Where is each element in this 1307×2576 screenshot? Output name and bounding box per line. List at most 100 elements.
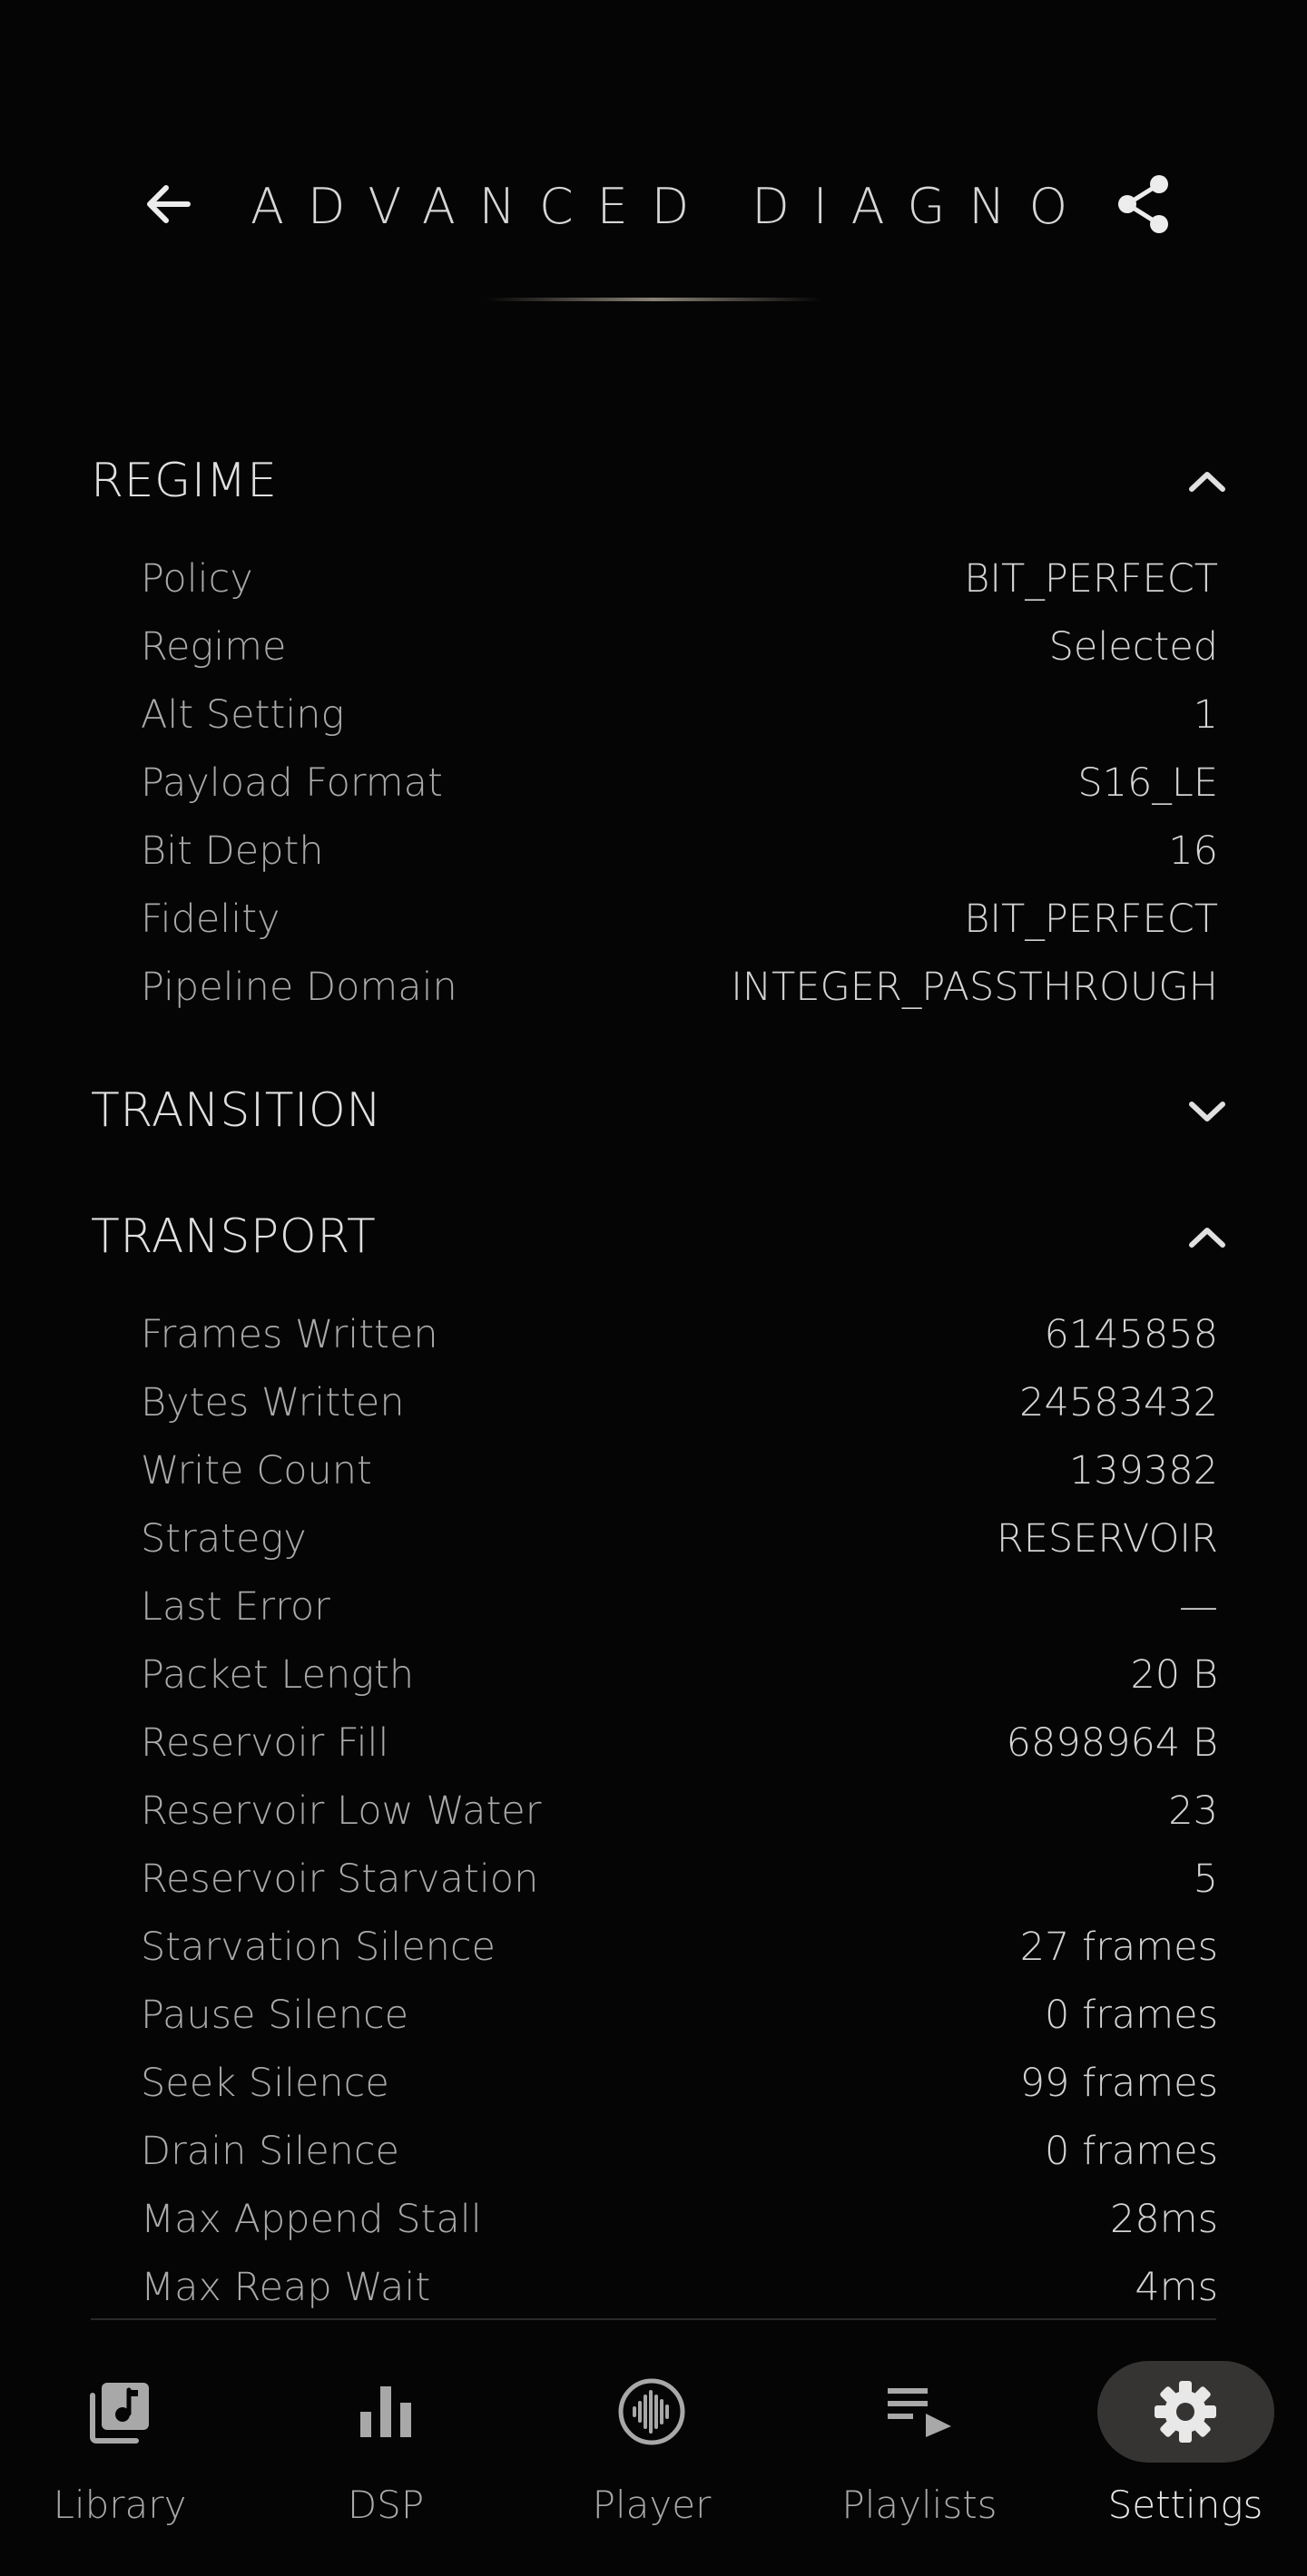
row-label: Write Count — [141, 1448, 372, 1494]
nav-label: DSP — [347, 2483, 425, 2527]
info-row-pause-silence: Pause Silence 0 frames — [141, 1988, 1218, 2042]
row-label: Seek Silence — [141, 2061, 389, 2106]
info-row-max-append-stall: Max Append Stall 28ms — [141, 2192, 1218, 2247]
info-row-frames-written: Frames Written 6145858 — [141, 1308, 1218, 1362]
info-row-strategy: Strategy RESERVOIR — [141, 1512, 1218, 1566]
row-label: Max Append Stall — [141, 2197, 482, 2242]
nav-item-dsp[interactable]: DSP — [281, 2323, 490, 2576]
row-value: 23 — [1168, 1788, 1218, 1834]
row-label: Bit Depth — [141, 828, 324, 874]
bottom-navigation: Library DSP Player Playlists Settings — [0, 2323, 1307, 2576]
row-value: 6145858 — [1044, 1312, 1218, 1357]
row-value: 0 frames — [1045, 1993, 1218, 2038]
row-label: Last Error — [141, 1584, 330, 1630]
row-label: Policy — [141, 556, 253, 602]
nav-item-settings[interactable]: Settings — [1081, 2323, 1290, 2576]
row-label: Strategy — [141, 1516, 307, 1562]
arrow-left-icon — [147, 185, 191, 223]
nav-label: Library — [53, 2483, 187, 2527]
row-value: 6898964 B — [1006, 1720, 1218, 1766]
row-label: Drain Silence — [141, 2129, 400, 2174]
row-value: 139382 — [1068, 1448, 1218, 1494]
row-label: Frames Written — [141, 1312, 438, 1357]
row-label: Bytes Written — [141, 1380, 405, 1425]
row-label: Reservoir Fill — [141, 1720, 389, 1766]
row-label: Reservoir Low Water — [141, 1788, 542, 1834]
row-value: RESERVOIR — [996, 1516, 1218, 1562]
row-value: 28ms — [1109, 2197, 1218, 2242]
chevron-up-icon[interactable] — [1171, 1200, 1243, 1273]
waveform-circle-icon — [618, 2378, 685, 2445]
info-row-drain-silence: Drain Silence 0 frames — [141, 2124, 1218, 2179]
info-row-starvation-silence: Starvation Silence 27 frames — [141, 1920, 1218, 1974]
nav-label: Player — [592, 2483, 712, 2527]
chevron-down-icon[interactable] — [1171, 1074, 1243, 1147]
music-library-icon — [90, 2383, 149, 2444]
nav-icon-container — [564, 2361, 741, 2463]
row-value: BIT_PERFECT — [964, 896, 1218, 942]
row-label: Reservoir Starvation — [141, 1856, 539, 1902]
info-row-reservoir-fill: Reservoir Fill 6898964 B — [141, 1716, 1218, 1770]
row-value: 99 frames — [1019, 2061, 1218, 2106]
row-value: INTEGER_PASSTHROUGH — [731, 965, 1218, 1010]
row-value: Selected — [1048, 624, 1218, 670]
info-row-bit-depth: Bit Depth 16 — [141, 824, 1218, 878]
row-value: 16 — [1168, 828, 1218, 874]
info-row-max-reap-wait: Max Reap Wait 4ms — [141, 2260, 1218, 2315]
row-label: Alt Setting — [141, 692, 345, 738]
row-value: — — [1179, 1584, 1218, 1630]
section-header-transport[interactable]: TRANSPORT — [91, 1191, 1234, 1282]
row-value: 27 frames — [1019, 1925, 1218, 1970]
row-label: Fidelity — [141, 896, 280, 942]
row-value: 1 — [1193, 692, 1218, 738]
info-row-payload-format: Payload Format S16_LE — [141, 756, 1218, 810]
row-value: 4ms — [1135, 2265, 1218, 2310]
nav-icon-container — [298, 2361, 475, 2463]
nav-label: Playlists — [841, 2483, 997, 2527]
section-title: TRANSITION — [91, 1083, 382, 1138]
back-button[interactable] — [132, 172, 204, 236]
info-row-bytes-written: Bytes Written 24583432 — [141, 1376, 1218, 1430]
info-row-alt-setting: Alt Setting 1 — [141, 688, 1218, 742]
row-value: 24583432 — [1019, 1380, 1218, 1425]
info-row-fidelity: Fidelity BIT_PERFECT — [141, 892, 1218, 946]
share-button[interactable] — [1107, 168, 1180, 240]
info-row-reservoir-starvation: Reservoir Starvation 5 — [141, 1852, 1218, 1906]
section-header-transition[interactable]: TRANSITION — [91, 1065, 1234, 1156]
playlist-play-icon — [888, 2388, 951, 2437]
page-title-container: ADVANCED DIAGNOSTICS — [245, 172, 1066, 236]
gear-icon — [1155, 2381, 1216, 2443]
nav-label: Settings — [1107, 2483, 1263, 2527]
info-row-pipeline-domain: Pipeline Domain INTEGER_PASSTHROUGH — [141, 960, 1218, 1014]
nav-item-playlists[interactable]: Playlists — [815, 2323, 1024, 2576]
section-header-regime[interactable]: REGIME — [91, 436, 1234, 526]
row-value: BIT_PERFECT — [964, 556, 1218, 602]
info-row-regime: Regime Selected — [141, 620, 1218, 674]
nav-icon-container — [831, 2361, 1008, 2463]
row-value: 0 frames — [1045, 2129, 1218, 2174]
section-title: TRANSPORT — [91, 1210, 377, 1264]
row-label: Max Reap Wait — [141, 2265, 431, 2310]
row-value: S16_LE — [1077, 760, 1218, 806]
row-label: Starvation Silence — [141, 1925, 496, 1970]
info-row-policy: Policy BIT_PERFECT — [141, 552, 1218, 606]
diagnostics-list[interactable]: REGIME Policy BIT_PERFECT Regime Selecte… — [0, 336, 1307, 2318]
nav-item-library[interactable]: Library — [15, 2323, 224, 2576]
share-icon — [1118, 175, 1168, 233]
info-row-packet-length: Packet Length 20 B — [141, 1648, 1218, 1702]
nav-item-player[interactable]: Player — [547, 2323, 756, 2576]
top-app-bar: ADVANCED DIAGNOSTICS — [0, 0, 1307, 336]
info-row-reservoir-low-water: Reservoir Low Water 23 — [141, 1784, 1218, 1838]
section-title: REGIME — [91, 454, 278, 508]
row-label: Regime — [141, 624, 287, 670]
bar-chart-icon — [360, 2386, 411, 2437]
row-label: Pause Silence — [141, 1993, 409, 2038]
page-title: ADVANCED DIAGNOSTICS — [251, 178, 1066, 235]
row-value: 20 B — [1130, 1652, 1218, 1698]
nav-divider — [91, 2318, 1216, 2320]
info-row-seek-silence: Seek Silence 99 frames — [141, 2056, 1218, 2111]
chevron-up-icon[interactable] — [1171, 445, 1243, 517]
info-row-last-error: Last Error — — [141, 1580, 1218, 1634]
info-row-write-count: Write Count 139382 — [141, 1444, 1218, 1498]
nav-active-pill — [1096, 2361, 1274, 2463]
